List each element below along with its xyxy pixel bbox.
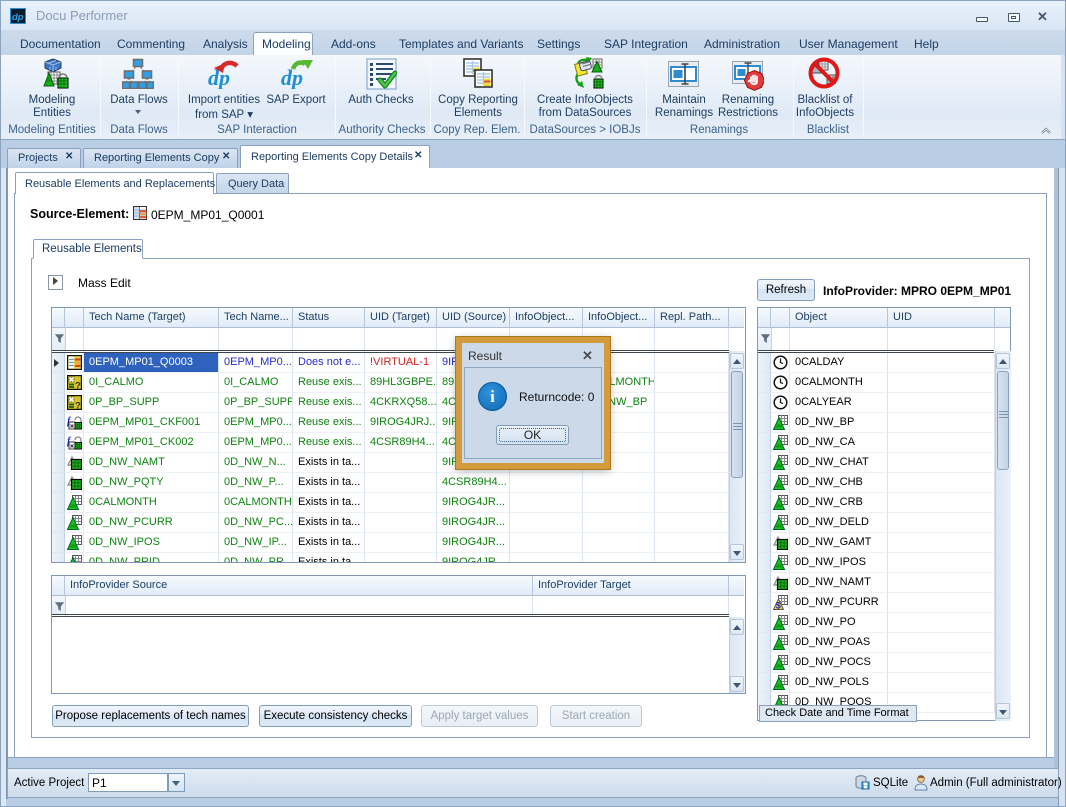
svg-text:dp: dp [12, 12, 24, 23]
